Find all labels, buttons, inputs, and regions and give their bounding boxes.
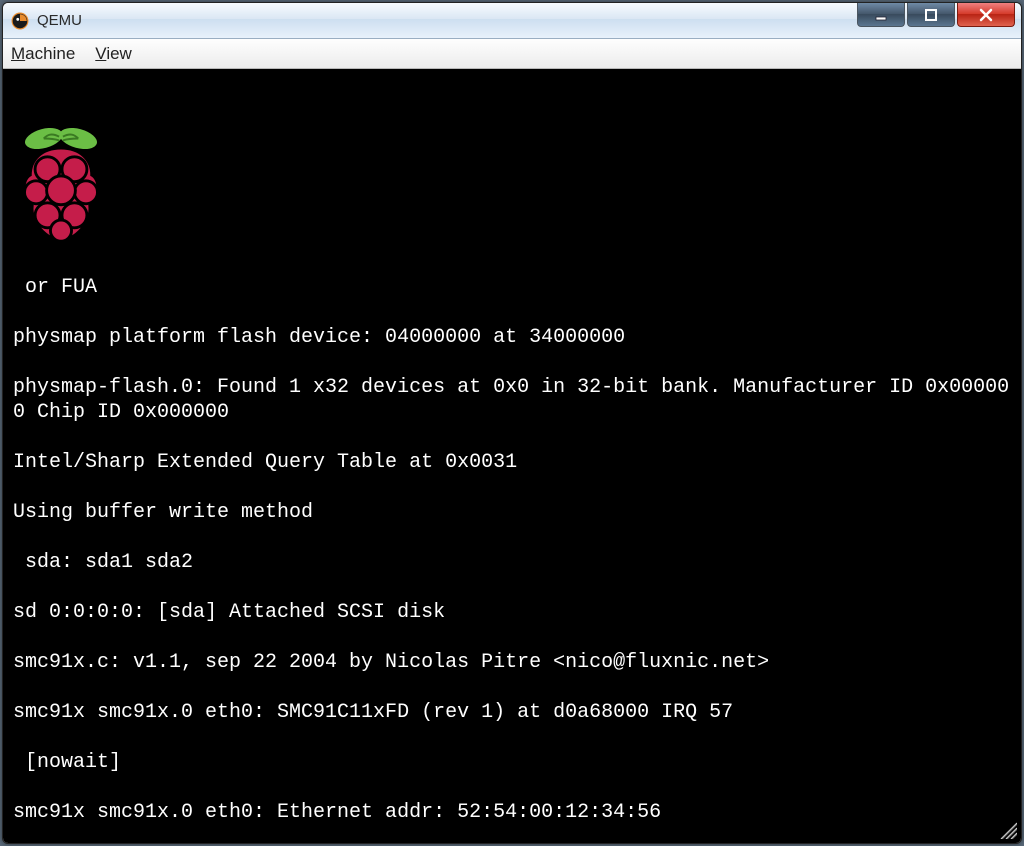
menu-view-rest: iew	[106, 44, 132, 63]
qemu-app-icon	[11, 12, 29, 30]
close-button[interactable]	[957, 3, 1015, 27]
console-line: Using buffer write method	[13, 501, 313, 524]
window-title: QEMU	[37, 12, 82, 29]
menu-machine-rest: achine	[25, 44, 75, 63]
minimize-button[interactable]	[857, 3, 905, 27]
console-line: physmap platform flash device: 04000000 …	[13, 326, 625, 349]
console-line: sd 0:0:0:0: [sda] Attached SCSI disk	[13, 601, 445, 624]
app-window: QEMU Machine View	[2, 2, 1022, 844]
close-icon	[978, 7, 994, 23]
raspberry-pi-logo-icon	[13, 127, 109, 242]
resize-grip-icon[interactable]	[999, 821, 1017, 839]
maximize-button[interactable]	[907, 3, 955, 27]
window-controls	[857, 3, 1015, 27]
console-line: physmap-flash.0: Found 1 x32 devices at …	[13, 376, 1009, 424]
console-line: [nowait]	[13, 751, 121, 774]
console-line: smc91x.c: v1.1, sep 22 2004 by Nicolas P…	[13, 651, 769, 674]
maximize-icon	[924, 8, 938, 22]
titlebar[interactable]: QEMU	[3, 3, 1021, 39]
console-line: Intel/Sharp Extended Query Table at 0x00…	[13, 451, 517, 474]
menu-view[interactable]: View	[95, 44, 132, 64]
console-line: smc91x smc91x.0 eth0: SMC91C11xFD (rev 1…	[13, 701, 733, 724]
terminal[interactable]: or FUA physmap platform flash device: 04…	[3, 69, 1021, 843]
menu-machine[interactable]: Machine	[11, 44, 75, 64]
minimize-icon	[874, 8, 888, 22]
console-line: smc91x smc91x.0 eth0: Ethernet addr: 52:…	[13, 801, 661, 824]
console-line: or FUA	[13, 276, 97, 299]
menubar: Machine View	[3, 39, 1021, 69]
console-line: sda: sda1 sda2	[13, 551, 193, 574]
